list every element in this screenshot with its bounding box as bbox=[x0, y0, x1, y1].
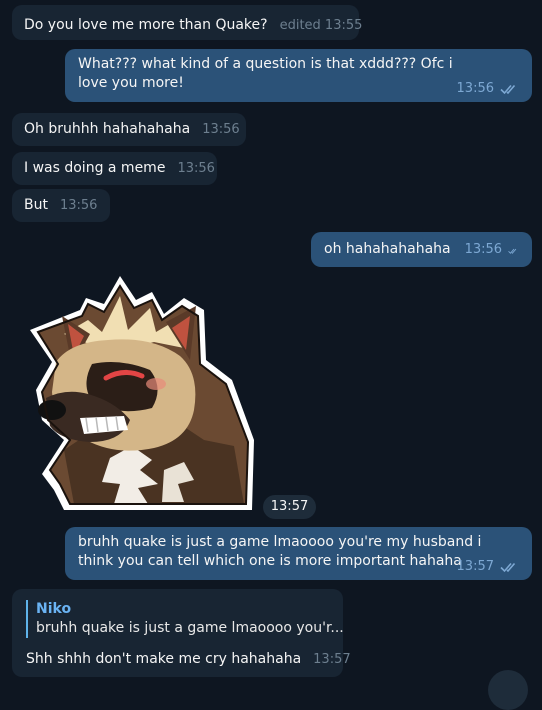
message-meta: 13:57 bbox=[445, 557, 520, 576]
reply-quote[interactable]: Niko bruhh quake is just a game lmaoooo … bbox=[26, 600, 344, 638]
message-incoming[interactable]: Oh bruhhh hahahahaha 13:56 bbox=[12, 113, 246, 146]
message-time: 13:57 bbox=[456, 559, 494, 574]
message-time: 13:56 bbox=[456, 81, 494, 96]
message-meta: 13:56 bbox=[445, 79, 520, 98]
message-time: 13:57 bbox=[313, 652, 351, 667]
sticker-time: 13:57 bbox=[263, 495, 316, 519]
reply-author: Niko bbox=[36, 601, 72, 617]
message-time: 13:56 bbox=[59, 198, 98, 213]
hyena-grin-sticker bbox=[30, 276, 254, 510]
message-outgoing[interactable]: What??? what kind of a question is that … bbox=[65, 49, 532, 102]
message-text: oh hahahahahaha bbox=[324, 241, 451, 257]
message-text: I was doing a meme bbox=[24, 160, 166, 176]
message-incoming[interactable]: I was doing a meme 13:56 bbox=[12, 152, 217, 185]
double-check-icon bbox=[500, 562, 516, 572]
message-text: Shh shhh don't make me cry hahahaha bbox=[26, 651, 302, 667]
double-check-icon bbox=[500, 84, 516, 94]
message-text: But bbox=[24, 197, 48, 213]
message-text: Do you love me more than Quake? bbox=[24, 17, 268, 33]
message-incoming[interactable]: Do you love me more than Quake? edited 1… bbox=[12, 5, 362, 40]
sticker-message[interactable] bbox=[24, 270, 264, 520]
message-time: 13:56 bbox=[177, 161, 215, 176]
message-incoming-reply[interactable]: Niko bruhh quake is just a game lmaoooo … bbox=[12, 589, 351, 677]
message-time: 13:56 bbox=[464, 242, 503, 257]
message-time: edited 13:55 bbox=[279, 18, 363, 33]
double-check-icon bbox=[508, 248, 517, 254]
message-outgoing[interactable]: bruhh quake is just a game lmaoooo you'r… bbox=[65, 527, 532, 580]
message-time: 13:56 bbox=[202, 122, 240, 137]
message-text: Oh bruhhh hahahahaha bbox=[24, 121, 191, 137]
message-outgoing[interactable]: oh hahahahahaha 13:56 bbox=[311, 232, 532, 267]
reply-text: bruhh quake is just a game lmaoooo you'r… bbox=[36, 620, 344, 636]
scroll-down-button[interactable] bbox=[488, 670, 528, 710]
message-incoming[interactable]: But 13:56 bbox=[12, 189, 110, 222]
